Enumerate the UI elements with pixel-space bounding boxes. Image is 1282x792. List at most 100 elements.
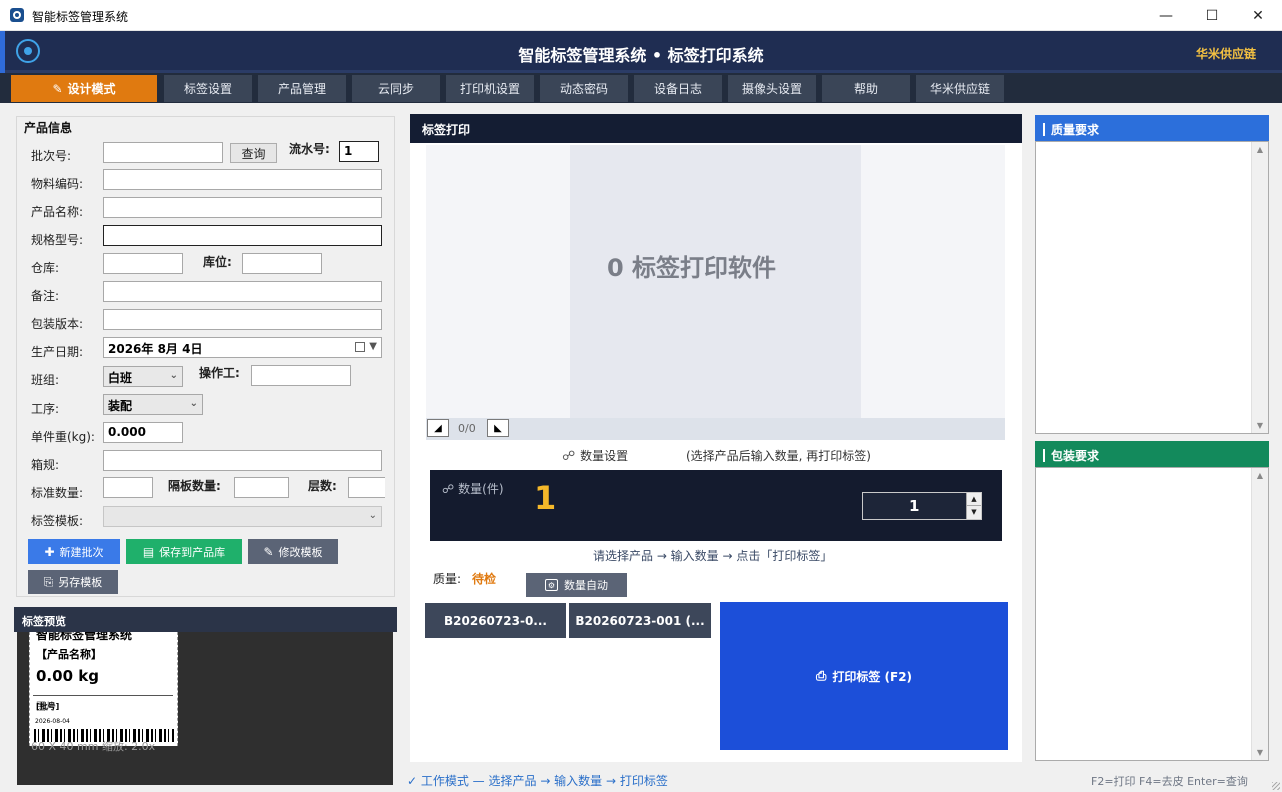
label-divider xyxy=(33,695,173,696)
std-qty-label: 标准数量: xyxy=(31,486,84,500)
main-nav: ✎ 设计模式 标签设置 产品管理 云同步 打印机设置 动态密码 设备日志 摄像头… xyxy=(0,73,1282,103)
serial-input[interactable]: 1 xyxy=(339,141,379,162)
increment-button[interactable]: ▲ xyxy=(967,493,981,506)
nav-printer-settings[interactable]: 打印机设置 xyxy=(446,75,534,102)
spec-label: 规格型号: xyxy=(31,233,84,247)
partition-qty-label: 隔板数量: xyxy=(168,479,221,493)
save-to-library-label: 保存到产品库 xyxy=(159,545,226,559)
status-mode-text: ✓ 工作模式 — 选择产品 → 输入数量 → 打印标签 xyxy=(407,774,668,788)
save-as-template-button[interactable]: ⎘ 另存模板 xyxy=(28,570,118,594)
decrement-button[interactable]: ▼ xyxy=(967,506,981,519)
nav-design-mode[interactable]: ✎ 设计模式 xyxy=(11,75,157,102)
label-date: 2026-08-04 xyxy=(35,718,70,725)
save-to-library-button[interactable]: ▤ 保存到产品库 xyxy=(126,539,242,564)
quality-status: 待检 xyxy=(472,572,497,586)
print-label-button[interactable]: ⎙ 打印标签 (F2) xyxy=(720,602,1008,750)
scrollbar[interactable]: ▲ ▼ xyxy=(1251,468,1268,760)
nav-huami-supply-chain[interactable]: 华米供应链 xyxy=(916,75,1004,102)
packaging-requirements-header: 包装要求 xyxy=(1035,441,1269,467)
header-bar xyxy=(1043,449,1045,462)
layers-input[interactable] xyxy=(348,477,385,498)
template-select[interactable]: ⌄ xyxy=(103,506,382,527)
unit-weight-input[interactable]: 0.000 xyxy=(103,422,183,443)
shift-select[interactable]: 白班 ⌄ xyxy=(103,366,183,387)
packaging-requirements-box[interactable]: ▲ ▼ xyxy=(1035,467,1269,761)
product-name-label: 产品名称: xyxy=(31,205,84,219)
product-name-input[interactable] xyxy=(103,197,382,218)
remark-input[interactable] xyxy=(103,281,382,302)
window-title: 智能标签管理系统 xyxy=(32,10,129,24)
batch-button-1[interactable]: B20260723-0... xyxy=(425,603,566,638)
nav-help[interactable]: 帮助 xyxy=(822,75,910,102)
template-label: 标签模板: xyxy=(31,514,84,528)
scrollbar[interactable]: ▲ ▼ xyxy=(1251,142,1268,433)
batch-button-2[interactable]: B20260723-001 (... xyxy=(569,603,711,638)
page-navigator: ◢ 0/0 ◣ xyxy=(426,418,1005,440)
quantity-spinbox[interactable]: 1 xyxy=(862,492,982,520)
scroll-up-icon[interactable]: ▲ xyxy=(1252,471,1268,480)
new-batch-button[interactable]: ✚ 新建批次 xyxy=(28,539,120,564)
quality-requirements-box[interactable]: ▲ ▼ xyxy=(1035,141,1269,434)
edit-template-label: 修改模板 xyxy=(278,545,323,559)
auto-qty-button[interactable]: ⚙ 数量自动 xyxy=(526,573,627,597)
box-spec-input[interactable] xyxy=(103,450,382,471)
app-header: 智能标签管理系统 • 标签打印系统 华米供应链 xyxy=(0,31,1282,73)
package-version-label: 包装版本: xyxy=(31,317,84,331)
nav-label-settings[interactable]: 标签设置 xyxy=(164,75,252,102)
chevron-down-icon: ⌄ xyxy=(189,398,198,409)
scroll-down-icon[interactable]: ▼ xyxy=(1252,421,1268,430)
nav-product-management[interactable]: 产品管理 xyxy=(258,75,346,102)
resize-grip[interactable] xyxy=(1272,782,1280,790)
nav-cloud-sync[interactable]: 云同步 xyxy=(352,75,440,102)
minimize-button[interactable]: — xyxy=(1143,0,1189,31)
new-batch-label: 新建批次 xyxy=(59,545,104,559)
partition-qty-input[interactable] xyxy=(234,477,289,498)
query-button[interactable]: 查询 xyxy=(230,143,277,163)
process-select[interactable]: 装配 ⌄ xyxy=(103,394,203,415)
save-icon: ▤ xyxy=(142,544,155,559)
qty-settings-label: ☍ 数量设置 xyxy=(562,447,628,464)
std-qty-input[interactable] xyxy=(103,477,153,498)
save-as-template-label: 另存模板 xyxy=(58,576,103,589)
box-spec-label: 箱规: xyxy=(31,458,60,472)
quality-label: 质量: xyxy=(433,572,462,586)
spec-input[interactable] xyxy=(103,225,382,246)
production-date-value: 2026年 8月 4日 xyxy=(108,342,203,356)
qty-unit-text: 数量(件) xyxy=(458,482,504,496)
package-version-input[interactable] xyxy=(103,309,382,330)
qty-hint: (选择产品后输入数量, 再打印标签) xyxy=(686,449,871,463)
location-input[interactable] xyxy=(242,253,322,274)
edit-template-button[interactable]: ✎ 修改模板 xyxy=(248,539,338,564)
window-titlebar: 智能标签管理系统 — ☐ ✕ xyxy=(0,0,1282,31)
quantity-stepper: ▲ ▼ xyxy=(966,493,981,519)
remark-label: 备注: xyxy=(31,289,60,303)
label-preview-header: 标签预览 xyxy=(14,607,397,632)
label-preview-card: 智能标签管理系统 【产品名称】 0.00 kg 图片 [批号] 2026-08-… xyxy=(29,632,178,746)
tag-icon: ☍ xyxy=(562,449,576,464)
label-size-info: 60 X 40 mm 缩放: 2.0x xyxy=(31,740,156,753)
shift-label: 班组: xyxy=(31,373,60,387)
nav-dynamic-password[interactable]: 动态密码 xyxy=(540,75,628,102)
app-icon xyxy=(10,8,24,22)
prev-page-button[interactable]: ◢ xyxy=(427,419,449,437)
scroll-up-icon[interactable]: ▲ xyxy=(1252,145,1268,154)
batch-input[interactable] xyxy=(103,142,223,163)
close-button[interactable]: ✕ xyxy=(1235,0,1281,31)
scroll-down-icon[interactable]: ▼ xyxy=(1252,748,1268,757)
chevron-down-icon: ⌄ xyxy=(368,510,377,521)
maximize-button[interactable]: ☐ xyxy=(1189,0,1235,31)
canvas-placeholder-text: 0 标签打印软件 xyxy=(607,254,777,282)
nav-camera-settings[interactable]: 摄像头设置 xyxy=(728,75,816,102)
next-page-button[interactable]: ◣ xyxy=(487,419,509,437)
production-date-picker[interactable]: 2026年 8月 4日 ▼ xyxy=(103,337,382,358)
nav-device-log[interactable]: 设备日志 xyxy=(634,75,722,102)
serial-label: 流水号: xyxy=(289,142,330,156)
warehouse-input[interactable] xyxy=(103,253,183,274)
status-shortcuts: F2=打印 F4=去皮 Enter=查询 xyxy=(1091,775,1248,788)
header-bar xyxy=(1043,123,1045,136)
operator-input[interactable] xyxy=(251,365,351,386)
warehouse-label: 仓库: xyxy=(31,261,60,275)
pencil-icon: ✎ xyxy=(263,544,274,559)
material-code-input[interactable] xyxy=(103,169,382,190)
operator-label: 操作工: xyxy=(199,366,240,380)
